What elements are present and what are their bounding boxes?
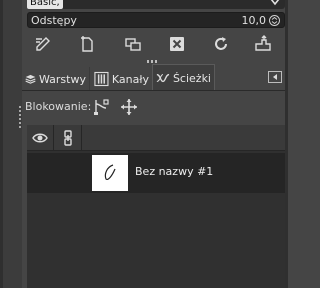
path-name: Bez nazwy #1 bbox=[135, 165, 214, 178]
new-path-button[interactable] bbox=[75, 33, 99, 55]
tab-layers[interactable]: Warstwy bbox=[22, 67, 90, 91]
open-icon bbox=[255, 35, 271, 51]
brush-select-value: Basic, bbox=[27, 0, 63, 9]
layers-icon bbox=[25, 74, 36, 84]
lock-label: Blokowanie: bbox=[25, 100, 92, 113]
edit-icon bbox=[36, 37, 50, 51]
paths-toolbar bbox=[27, 33, 285, 55]
lock-position-icon[interactable] bbox=[120, 98, 138, 116]
refresh-icon bbox=[215, 37, 227, 50]
channels-icon bbox=[94, 71, 109, 87]
refresh-button[interactable] bbox=[209, 33, 233, 55]
tab-paths[interactable]: Ścieżki bbox=[152, 64, 215, 91]
left-gutter bbox=[0, 0, 22, 288]
spacing-label: Odstępy bbox=[31, 14, 77, 27]
visibility-column-header[interactable] bbox=[27, 125, 54, 151]
chain-column-header[interactable] bbox=[54, 125, 82, 151]
lock-path-icon[interactable] bbox=[92, 98, 110, 116]
spin-icon[interactable] bbox=[269, 15, 280, 26]
copy-icon bbox=[125, 38, 141, 51]
resize-handle[interactable] bbox=[19, 106, 21, 128]
list-item[interactable]: Bez nazwy #1 bbox=[27, 153, 285, 193]
path-thumbnail bbox=[92, 155, 128, 191]
tab-layers-label: Warstwy bbox=[39, 72, 86, 86]
tabs-divider bbox=[22, 90, 285, 91]
paths-list-header bbox=[27, 125, 285, 151]
dock-tabs: Warstwy Kanały Ścieżki bbox=[22, 64, 285, 91]
spacing-value: 10,0 bbox=[241, 14, 267, 27]
left-edge bbox=[0, 0, 3, 288]
eye-icon bbox=[32, 133, 48, 143]
edit-path-button[interactable] bbox=[31, 33, 55, 55]
brush-select[interactable]: Basic, bbox=[27, 0, 285, 9]
tab-menu-icon[interactable] bbox=[268, 71, 282, 83]
paths-list: Bez nazwy #1 bbox=[27, 125, 285, 288]
lock-row: Blokowanie: bbox=[22, 96, 285, 118]
right-edge bbox=[285, 0, 288, 288]
paths-icon bbox=[156, 73, 170, 83]
tab-paths-label: Ścieżki bbox=[172, 71, 211, 85]
delete-icon bbox=[170, 37, 184, 51]
chevron-down-icon bbox=[270, 0, 280, 6]
dock-separator-handle[interactable] bbox=[147, 60, 159, 63]
dock-panel: Basic, Odstępy 10,0 Warstwy Kanały Ścież… bbox=[22, 0, 285, 288]
delete-path-button[interactable] bbox=[165, 33, 189, 55]
open-path-button[interactable] bbox=[251, 33, 275, 55]
tab-channels[interactable]: Kanały bbox=[91, 67, 153, 91]
duplicate-path-button[interactable] bbox=[121, 33, 145, 55]
tab-channels-label: Kanały bbox=[111, 72, 149, 86]
duplicate-icon bbox=[81, 36, 93, 52]
spacing-slider[interactable]: Odstępy 10,0 bbox=[27, 12, 285, 28]
path-preview-icon bbox=[104, 164, 116, 181]
chain-icon bbox=[63, 130, 72, 146]
